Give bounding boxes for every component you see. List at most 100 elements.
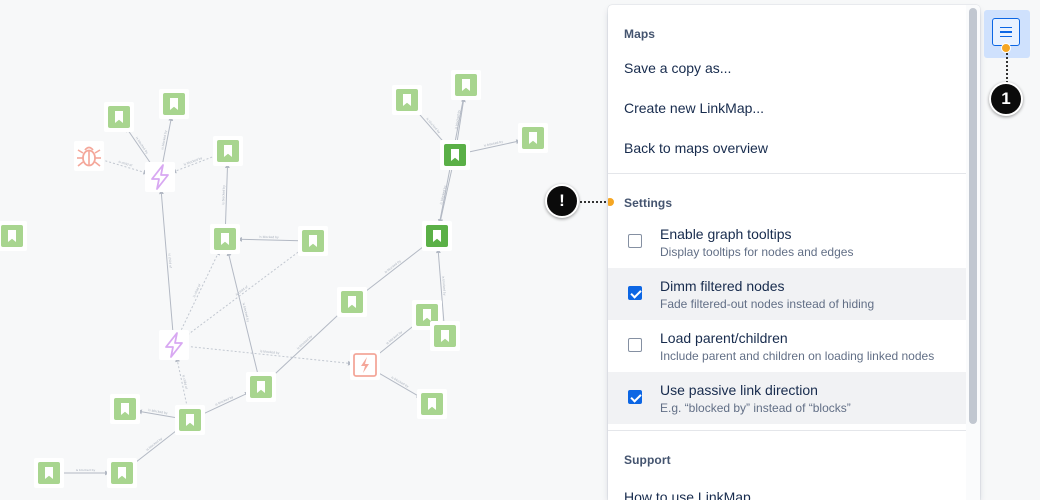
- graph-node-bookmark[interactable]: [175, 405, 205, 435]
- graph-node-bookmark[interactable]: [417, 389, 447, 419]
- graph-edge[interactable]: [186, 345, 353, 366]
- section-title-support: Support: [624, 453, 671, 467]
- graph-node-bug[interactable]: [74, 141, 104, 171]
- bookmark-icon: [214, 228, 236, 250]
- bookmark-icon: [217, 140, 239, 162]
- back-to-overview-menu-item[interactable]: Back to maps overview: [608, 128, 966, 168]
- tooltips-checkbox[interactable]: [628, 234, 642, 248]
- edge-label: is blocked by: [183, 156, 203, 167]
- bookmark-icon: [522, 127, 544, 149]
- bookmark-icon: [426, 225, 448, 247]
- bookmark-icon: [434, 325, 456, 347]
- graph-node-bookmark[interactable]: [34, 458, 64, 488]
- menu-callout-dot: [1001, 43, 1011, 53]
- setting-description: Fade filtered-out nodes instead of hidin…: [660, 297, 875, 311]
- graph-node-bookmark[interactable]: [298, 226, 328, 256]
- graph-node-lightning[interactable]: [159, 330, 189, 360]
- graph-node-bookmark[interactable]: [451, 70, 481, 100]
- dimm-filtered-checkbox[interactable]: [628, 286, 642, 300]
- bookmark-icon: [341, 291, 363, 313]
- bookmark-icon: [108, 106, 130, 128]
- edge-label: is blocked by: [76, 468, 96, 472]
- warning-callout-badge: !: [545, 184, 579, 218]
- graph-edge[interactable]: [375, 371, 422, 398]
- edge-label: is child of: [181, 374, 188, 390]
- setting-description: E.g. “blocked by” instead of “blocks”: [660, 401, 851, 415]
- create-linkmap-menu-item[interactable]: Create new LinkMap...: [608, 88, 966, 128]
- graph-edge[interactable]: [361, 243, 428, 295]
- options-menu: Maps Save a copy as... Create new LinkMa…: [608, 5, 980, 500]
- bookmark-icon: [179, 409, 201, 431]
- graph-node-bookmark[interactable]: [210, 224, 240, 254]
- step-number-badge: 1: [989, 82, 1023, 116]
- callout-connector: [580, 201, 610, 203]
- passive-direction-checkbox[interactable]: [628, 390, 642, 404]
- edge-label: is blocked by: [145, 436, 163, 451]
- setting-title: Dimm filtered nodes: [660, 278, 785, 294]
- settings-callout-dot: [608, 197, 615, 207]
- setting-title: Use passive link direction: [660, 382, 818, 398]
- save-copy-menu-item[interactable]: Save a copy as...: [608, 48, 966, 88]
- edge-label: is blocked by: [385, 330, 403, 346]
- graph-edge[interactable]: [131, 427, 181, 466]
- bookmark-icon: [421, 393, 443, 415]
- graph-node-bookmark[interactable]: [213, 136, 243, 166]
- graph-edge[interactable]: [414, 109, 447, 146]
- graph-edge[interactable]: [270, 310, 344, 379]
- bookmark-icon: [1, 225, 23, 247]
- graph-node-bookmark[interactable]: [337, 287, 367, 317]
- bookmark-icon: [111, 462, 133, 484]
- hamburger-menu-icon: [992, 18, 1020, 46]
- graph-node-bookmark[interactable]: [518, 123, 548, 153]
- edge-label: is blocked by: [135, 136, 149, 155]
- bookmark-icon: [455, 74, 477, 96]
- graph-node-incident[interactable]: [350, 350, 380, 380]
- bookmark-icon: [163, 93, 185, 115]
- setting-passive-link-direction[interactable]: Use passive link direction E.g. “blocked…: [608, 372, 966, 424]
- graph-node-bookmark[interactable]: [110, 394, 140, 424]
- bookmark-icon: [38, 462, 60, 484]
- graph-node-bookmark[interactable]: [159, 89, 189, 119]
- graph-node-bookmark[interactable]: [107, 458, 137, 488]
- graph-node-bookmark[interactable]: [0, 221, 27, 251]
- graph-edge[interactable]: [179, 249, 220, 334]
- bookmark-icon: [250, 376, 272, 398]
- load-parent-children-checkbox[interactable]: [628, 338, 642, 352]
- graph-edge[interactable]: [237, 236, 301, 242]
- setting-dimm-filtered-nodes[interactable]: Dimm filtered nodes Fade filtered-out no…: [608, 268, 966, 320]
- graph-node-bookmark[interactable]: [422, 221, 452, 251]
- edge-label: is child of: [167, 253, 172, 269]
- graph-node-bookmark[interactable]: [392, 85, 422, 115]
- graph-node-bookmark[interactable]: [440, 140, 470, 170]
- edge-label: is child of: [235, 284, 250, 296]
- setting-load-parent-children[interactable]: Load parent/children Include parent and …: [608, 320, 966, 372]
- edge-label: is blocked by: [296, 334, 313, 350]
- section-title-settings: Settings: [624, 196, 673, 210]
- edge-label: is child of: [192, 283, 202, 298]
- menu-scrollbar[interactable]: [969, 8, 977, 424]
- edge-label: is blocked by: [259, 235, 279, 239]
- graph-node-bookmark[interactable]: [104, 102, 134, 132]
- graph-edge[interactable]: [226, 250, 259, 375]
- edge-label: is blocked by: [425, 117, 441, 135]
- bookmark-icon: [444, 144, 466, 166]
- bookmark-icon: [114, 398, 136, 420]
- graph-edge[interactable]: [184, 248, 304, 338]
- setting-description: Display tooltips for nodes and edges: [660, 245, 854, 259]
- callout-connector: [1006, 53, 1008, 83]
- setting-enable-graph-tooltips[interactable]: Enable graph tooltips Display tooltips f…: [608, 216, 966, 268]
- setting-title: Enable graph tooltips: [660, 226, 792, 242]
- how-to-use-menu-item[interactable]: How to use LinkMap: [608, 477, 966, 500]
- graph-edge[interactable]: [201, 391, 250, 415]
- graph-node-bookmark[interactable]: [246, 372, 276, 402]
- graph-edge[interactable]: [125, 127, 154, 167]
- setting-description: Include parent and children on loading l…: [660, 349, 935, 363]
- graph-edge[interactable]: [374, 322, 418, 358]
- menu-toggle-button[interactable]: [984, 10, 1030, 58]
- setting-title: Load parent/children: [660, 330, 788, 346]
- edge-label: is blocked by: [384, 259, 402, 274]
- section-title-maps: Maps: [624, 27, 656, 41]
- graph-edge[interactable]: [224, 163, 230, 227]
- graph-node-lightning[interactable]: [145, 162, 175, 192]
- graph-node-bookmark[interactable]: [430, 321, 460, 351]
